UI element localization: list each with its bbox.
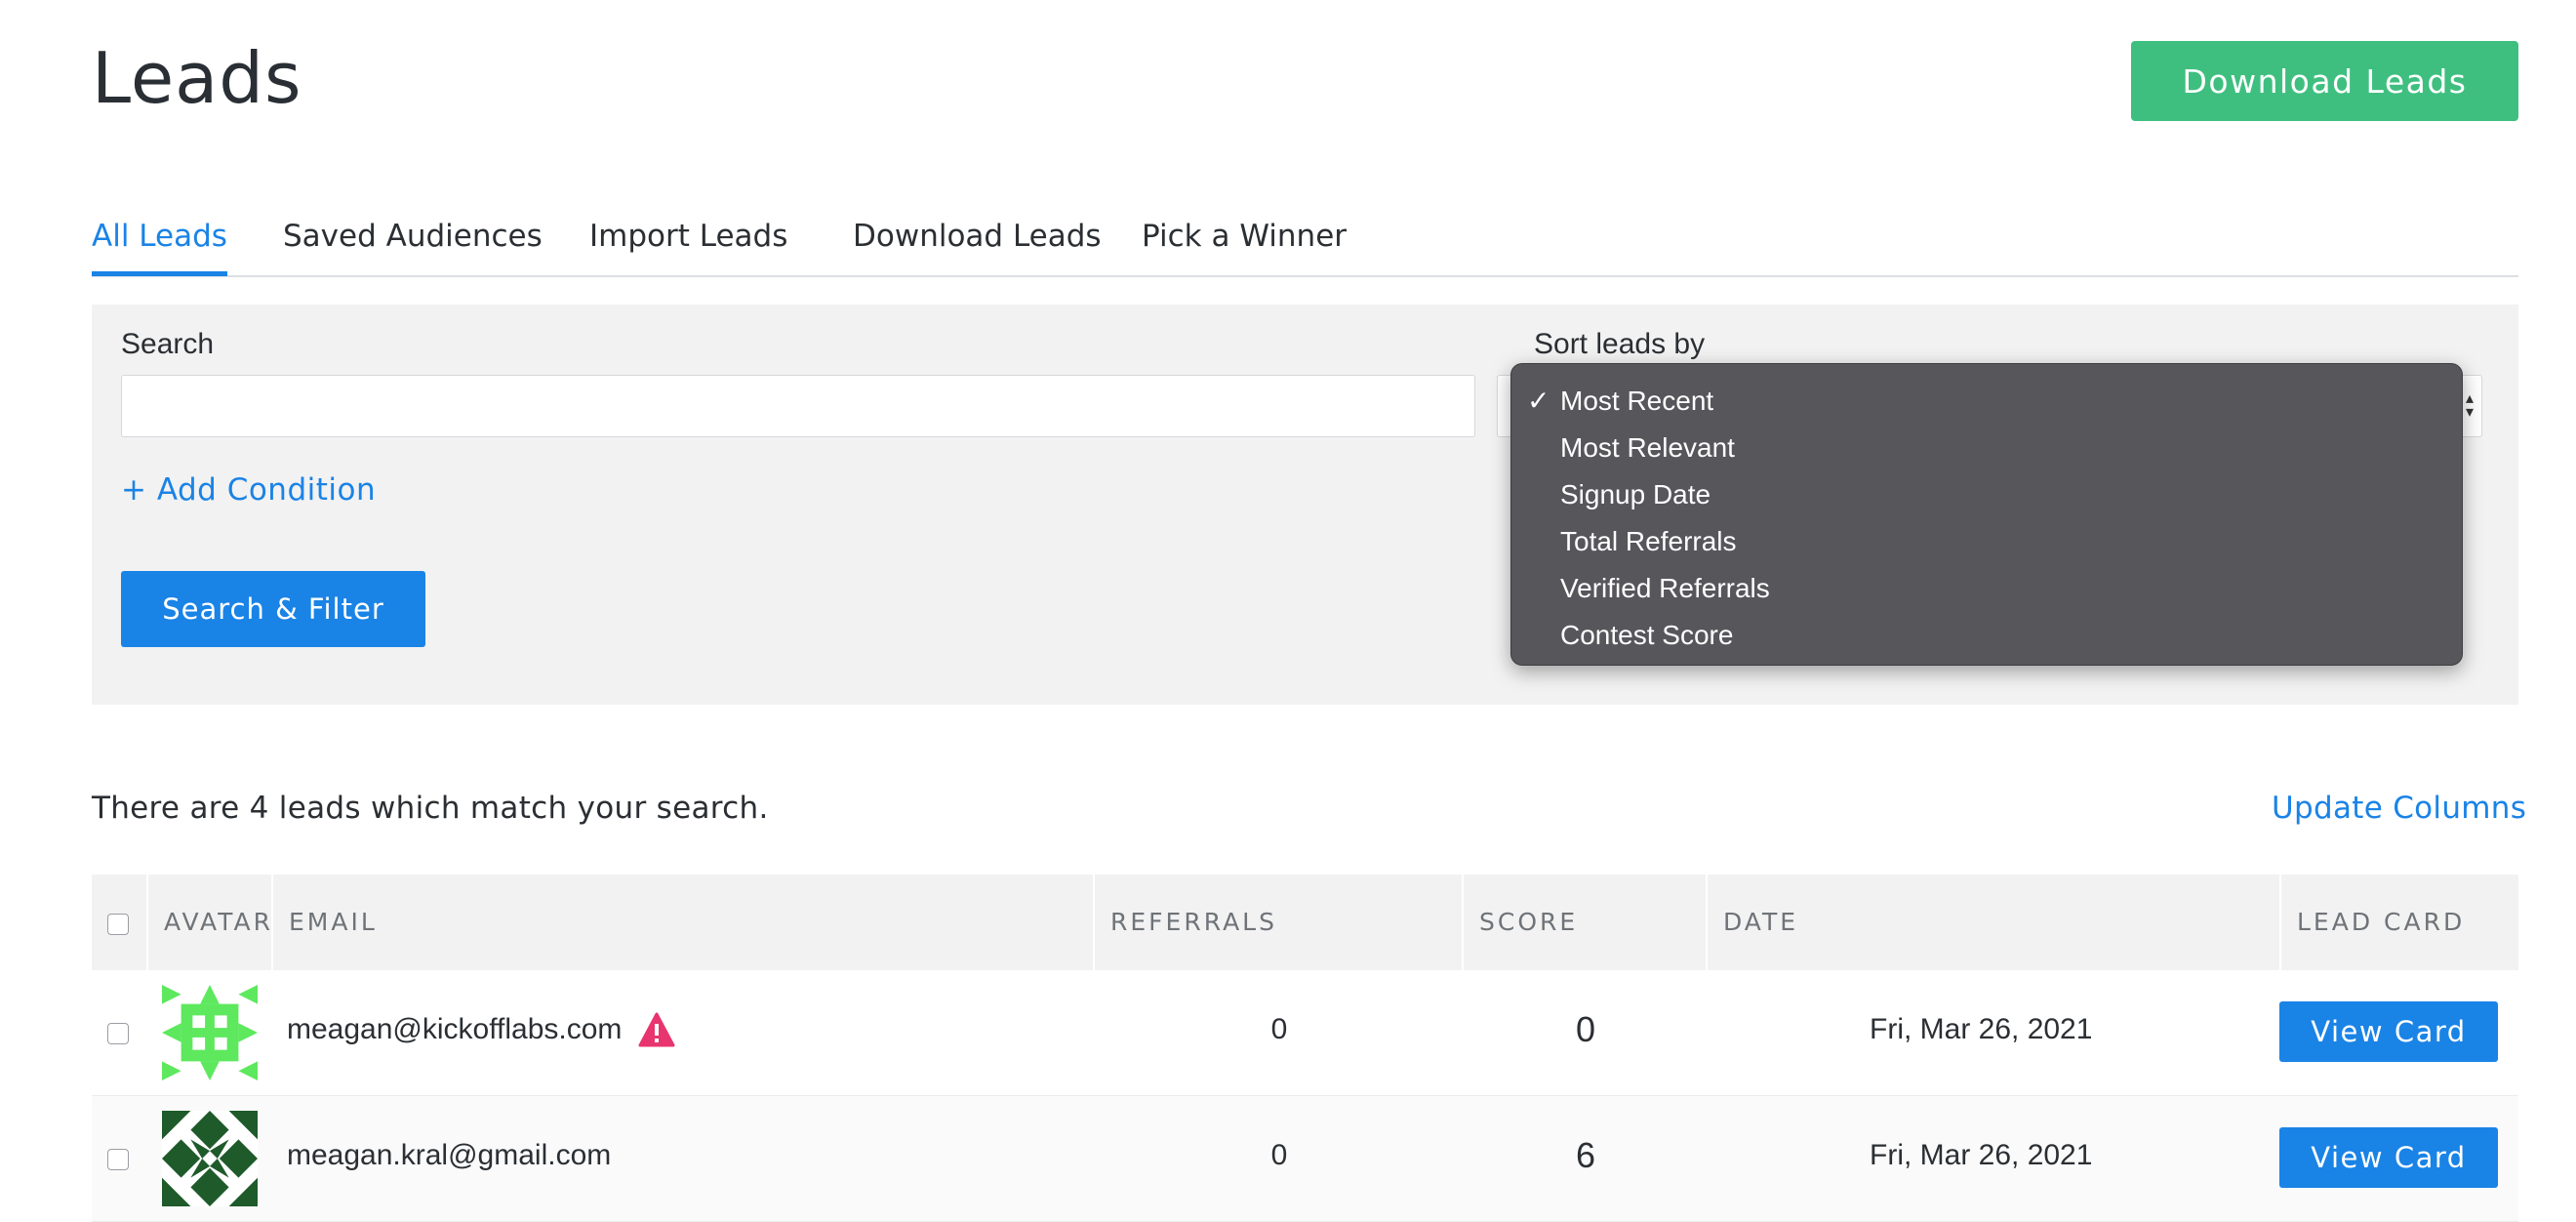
lead-score: 6 [1575,1135,1596,1175]
header-avatar: AVATAR [148,875,273,970]
leads-page: Leads Download Leads All Leads Saved Aud… [0,0,2576,1222]
view-card-button[interactable]: View Card [2279,1001,2498,1062]
identicon-avatar [162,985,258,1080]
sort-dropdown-menu: ✓ Most Recent Most Relevant Signup Date … [1510,363,2463,666]
update-columns-link[interactable]: Update Columns [2272,791,2526,826]
select-arrows-icon: ▴ ▾ [2465,388,2474,421]
table-row: meagan.kral@gmail.com 0 6 Fri, Mar 26, 2… [92,1096,2518,1222]
lead-referrals: 0 [1270,1013,1288,1045]
identicon-avatar [162,1111,258,1206]
leads-table: AVATAR EMAIL REFERRALS SCORE DATE LEAD C… [92,875,2518,1222]
tab-pick-a-winner[interactable]: Pick a Winner [1142,219,1347,271]
header-date[interactable]: DATE [1708,875,2281,970]
row-checkbox[interactable] [107,1149,129,1170]
table-row: meagan@kickofflabs.com 0 0 Fri, Mar 26, … [92,970,2518,1096]
sort-option-total-referrals[interactable]: Total Referrals [1511,518,2462,565]
select-all-checkbox[interactable] [107,914,129,935]
search-label: Search [121,328,215,360]
download-leads-button[interactable]: Download Leads [2131,41,2518,121]
view-card-button[interactable]: View Card [2279,1127,2498,1188]
lead-email: meagan@kickofflabs.com [287,1013,623,1045]
header-email[interactable]: EMAIL [273,875,1095,970]
row-checkbox[interactable] [107,1023,129,1044]
sort-option-signup-date[interactable]: Signup Date [1511,471,2462,518]
search-input[interactable] [121,375,1475,437]
results-summary: There are 4 leads which match your searc… [92,791,769,826]
warning-triangle-icon[interactable] [638,1012,675,1047]
tab-saved-audiences[interactable]: Saved Audiences [283,219,543,271]
sort-option-label: Contest Score [1560,620,1734,650]
lead-date: Fri, Mar 26, 2021 [1870,1013,2093,1045]
header-select-cell [92,875,148,970]
checkmark-icon: ✓ [1527,386,1550,416]
lead-referrals: 0 [1270,1139,1288,1171]
header-referrals[interactable]: REFERRALS [1095,875,1464,970]
lead-email: meagan.kral@gmail.com [287,1139,612,1171]
tab-all-leads[interactable]: All Leads [92,219,227,276]
table-header: AVATAR EMAIL REFERRALS SCORE DATE LEAD C… [92,875,2518,970]
lead-score: 0 [1575,1009,1596,1049]
tab-download-leads[interactable]: Download Leads [853,219,1102,271]
sort-option-label: Most Recent [1560,386,1714,416]
sort-option-most-relevant[interactable]: Most Relevant [1511,425,2462,471]
search-filter-button[interactable]: Search & Filter [121,571,425,647]
add-condition-link[interactable]: + Add Condition [121,472,376,508]
sort-option-label: Verified Referrals [1560,573,1770,603]
sort-option-contest-score[interactable]: Contest Score [1511,612,2462,659]
lead-date: Fri, Mar 26, 2021 [1870,1139,2093,1171]
page-title: Leads [92,37,302,119]
sort-option-label: Total Referrals [1560,526,1737,556]
sort-option-verified-referrals[interactable]: Verified Referrals [1511,565,2462,612]
sort-option-label: Signup Date [1560,479,1711,509]
sort-option-most-recent[interactable]: ✓ Most Recent [1511,378,2462,425]
sort-option-label: Most Relevant [1560,432,1735,463]
header-score[interactable]: SCORE [1464,875,1708,970]
header-lead-card: LEAD CARD [2297,908,2466,936]
tab-bar: All Leads Saved Audiences Import Leads D… [92,213,2518,277]
sort-label: Sort leads by [1534,328,1706,360]
tab-import-leads[interactable]: Import Leads [589,219,787,271]
